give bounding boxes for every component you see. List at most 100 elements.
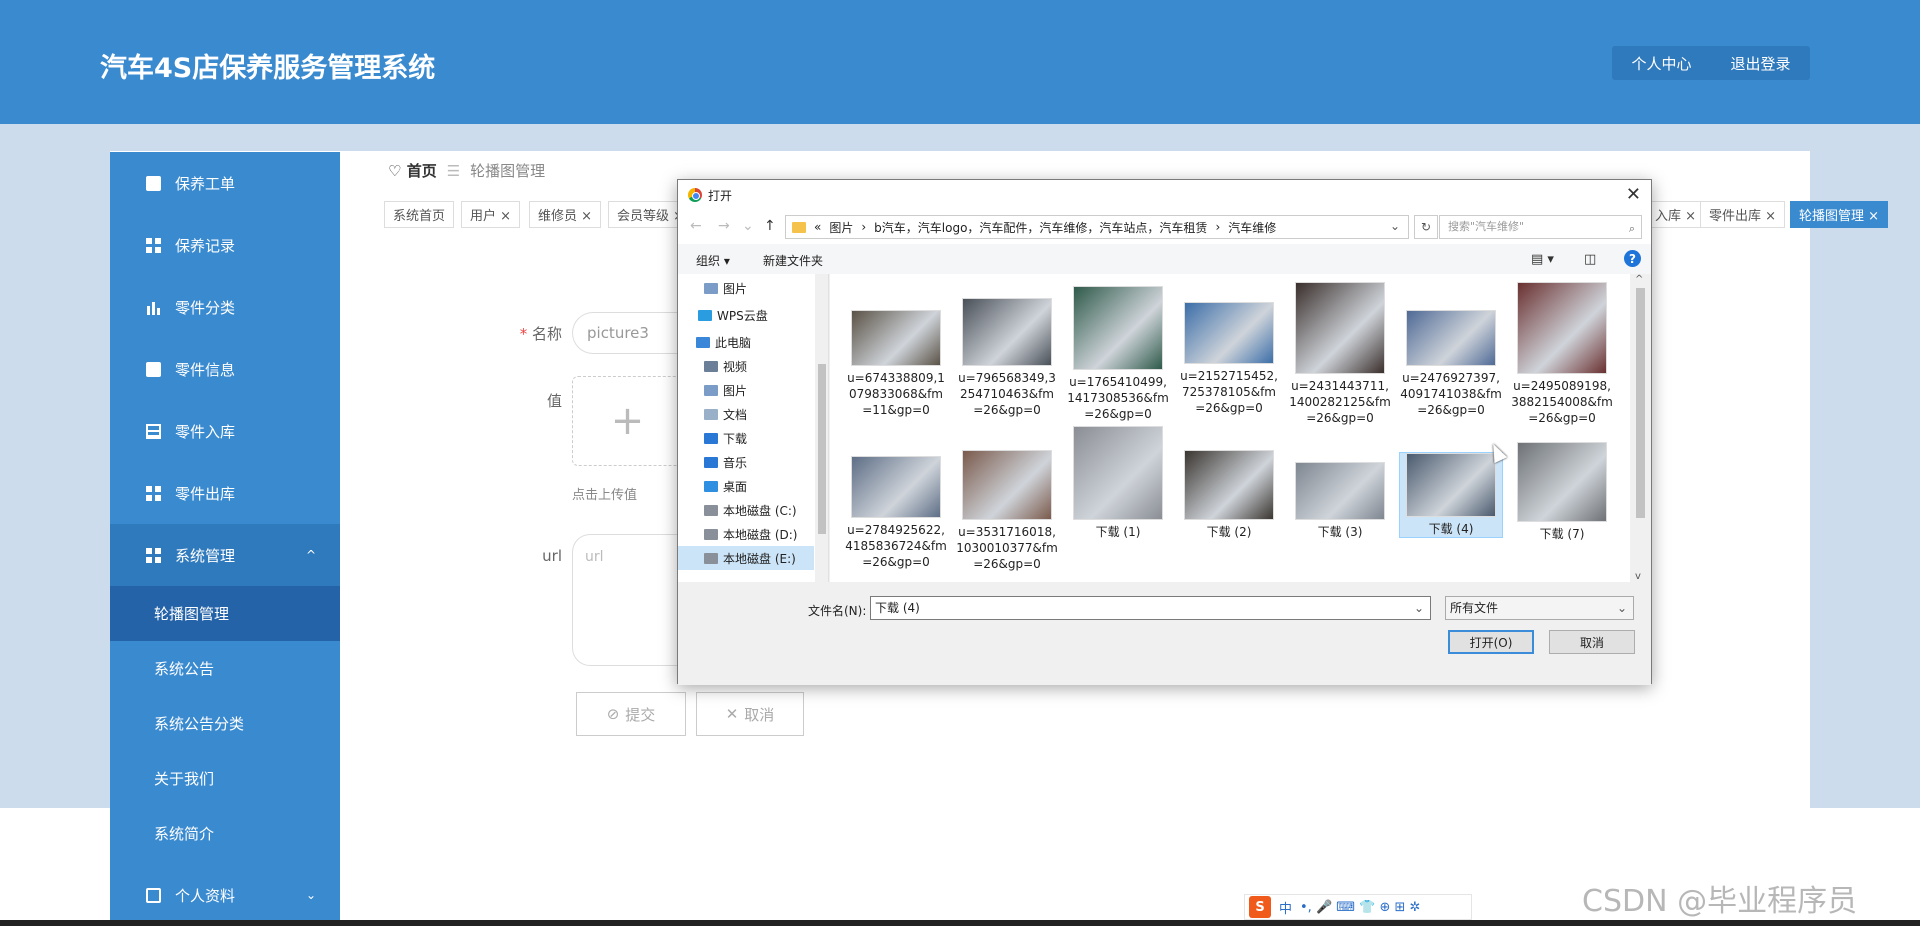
app-title: 汽车4S店保养服务管理系统 [100, 53, 436, 84]
new-folder-button[interactable]: 新建文件夹 [763, 252, 823, 269]
tree-item[interactable]: 图片 [678, 378, 814, 402]
tree-item[interactable]: 音乐 [678, 450, 814, 474]
tree-item[interactable]: 文档 [678, 402, 814, 426]
cancel-button[interactable]: ✕ 取消 [696, 692, 804, 736]
filetype-select[interactable]: 所有文件 ⌄ [1445, 596, 1634, 620]
preview-pane-icon[interactable]: ◫ [1584, 252, 1596, 267]
back-arrow-icon[interactable]: ← [690, 218, 702, 234]
organize-button[interactable]: 组织 ▾ [696, 252, 730, 269]
tree-item-label: 文档 [723, 407, 748, 422]
file-name: 下载 (4) [1428, 522, 1474, 536]
tree-item-label: 本地磁盘 (E:) [723, 551, 796, 566]
folder-icon [792, 221, 806, 233]
open-button[interactable]: 打开(O) [1448, 630, 1534, 654]
file-item[interactable]: u=3531716018,1030010377&fm=26&gp=0 [955, 450, 1059, 572]
tree-item[interactable]: 本地磁盘 (C:) [678, 498, 814, 522]
file-name: 下载 (2) [1206, 525, 1252, 539]
sogou-logo-icon[interactable]: S [1249, 896, 1271, 918]
dialog-close-button[interactable]: ✕ [1626, 184, 1641, 205]
tab-users[interactable]: 用户 × [461, 201, 521, 228]
music-icon [704, 456, 718, 468]
sidebar-subitem-label: 系统公告分类 [154, 715, 245, 733]
search-input[interactable]: 搜索"汽车维修" ⌕ [1439, 215, 1642, 239]
sidebar: 保养工单 保养记录 零件分类 零件信息 零件入库 零件出库 系统管理 ^ 轮播图管… [110, 152, 340, 926]
sidebar-subitem-about-us[interactable]: 关于我们 [110, 751, 340, 806]
sidebar-item-maintenance-order[interactable]: 保养工单 [110, 152, 340, 214]
tab-part-out[interactable]: 零件出库 × [1700, 201, 1786, 228]
sidebar-item-part-stock-in[interactable]: 零件入库 [110, 400, 340, 462]
file-thumbnail [1406, 310, 1496, 366]
file-thumbnail [1517, 282, 1607, 374]
path-segment[interactable]: 汽车维修 [1228, 219, 1276, 236]
address-bar[interactable]: « 图片 › b汽车，汽车logo，汽车配件，汽车维修，汽车站点，汽车租赁 › … [785, 215, 1409, 239]
sidebar-subitem-system-intro[interactable]: 系统简介 [110, 806, 340, 861]
scroll-up-icon: ^ [1635, 274, 1644, 285]
file-thumbnail [1073, 286, 1163, 370]
upload-button[interactable]: + [572, 376, 682, 466]
chevron-down-icon[interactable]: ⌄ [1414, 597, 1424, 619]
forward-arrow-icon[interactable]: → [718, 218, 730, 234]
tab-stock-in[interactable]: 入库 × [1646, 201, 1706, 228]
logout-link[interactable]: 退出登录 [1730, 53, 1790, 74]
file-item[interactable]: 下载 (2) [1177, 450, 1281, 540]
tree-item[interactable]: 桌面 [678, 474, 814, 498]
sidebar-item-part-info[interactable]: 零件信息 [110, 338, 340, 400]
file-item[interactable]: u=2431443711,1400282125&fm=26&gp=0 [1288, 282, 1392, 426]
file-item[interactable]: u=796568349,3254710463&fm=26&gp=0 [955, 298, 1059, 418]
ime-mode[interactable]: 中 [1279, 898, 1292, 917]
filename-input[interactable]: 下载 (4) ⌄ [870, 596, 1431, 620]
file-grid-scrollbar[interactable]: ^ v [1630, 274, 1651, 582]
path-segment[interactable]: 图片 [829, 219, 853, 236]
name-input[interactable]: picture3 [572, 312, 682, 354]
file-item[interactable]: 下载 (4) [1399, 452, 1503, 538]
recent-chevron-icon[interactable]: ⌄ [742, 218, 754, 234]
ime-tool-icons[interactable]: •, 🎤 ⌨ 👕 ⊕ ⊞ ✲ [1300, 900, 1420, 915]
file-item[interactable]: u=2476927397,4091741038&fm=26&gp=0 [1399, 310, 1503, 418]
sidebar-item-part-category[interactable]: 零件分类 [110, 276, 340, 338]
file-item[interactable]: u=2784925622,4185836724&fm=26&gp=0 [844, 456, 948, 570]
file-item[interactable]: 下载 (1) [1066, 426, 1170, 540]
breadcrumb-home[interactable]: ♡ 首页 [388, 160, 437, 181]
tree-item[interactable]: WPS云盘 [678, 303, 814, 327]
sidebar-item-system-management[interactable]: 系统管理 ^ [110, 524, 340, 586]
tree-scrollbar[interactable] [815, 274, 828, 582]
sidebar-subitem-carousel[interactable]: 轮播图管理 [110, 586, 340, 641]
sidebar-item-maintenance-record[interactable]: 保养记录 [110, 214, 340, 276]
sidebar-subitem-announcement[interactable]: 系统公告 [110, 641, 340, 696]
sidebar-item-profile[interactable]: 个人资料 ⌄ [110, 864, 340, 926]
file-item[interactable]: u=2495089198,3882154008&fm=26&gp=0 [1510, 282, 1614, 426]
help-icon[interactable]: ? [1624, 250, 1641, 267]
sidebar-item-part-stock-out[interactable]: 零件出库 [110, 462, 340, 524]
tab-repairmen[interactable]: 维修员 × [529, 201, 602, 228]
chevron-down-icon[interactable]: ⌄ [1390, 219, 1400, 233]
file-item[interactable]: 下载 (7) [1510, 442, 1614, 542]
close-icon: ✕ [725, 705, 739, 723]
dialog-navbar: ← → ⌄ ↑ « 图片 › b汽车，汽车logo，汽车配件，汽车维修，汽车站点… [678, 210, 1651, 244]
tab-carousel[interactable]: 轮播图管理 × [1790, 201, 1889, 228]
file-item[interactable]: 下载 (3) [1288, 462, 1392, 540]
sidebar-subitem-announcement-category[interactable]: 系统公告分类 [110, 696, 340, 751]
file-name: 下载 (7) [1539, 527, 1585, 541]
view-options-icon[interactable]: ▤ ▾ [1531, 252, 1554, 267]
grid-icon [146, 237, 161, 253]
file-item[interactable]: u=1765410499,1417308536&fm=26&gp=0 [1066, 286, 1170, 422]
dialog-cancel-button[interactable]: 取消 [1549, 630, 1635, 654]
tree-item[interactable]: 此电脑 [678, 330, 814, 354]
tree-item[interactable]: 图片 [678, 276, 814, 300]
file-item[interactable]: u=674338809,1079833068&fm=11&gp=0 [844, 310, 948, 418]
file-item[interactable]: u=2152715452,725378105&fm=26&gp=0 [1177, 302, 1281, 416]
up-arrow-icon[interactable]: ↑ [764, 218, 776, 234]
personal-center-link[interactable]: 个人中心 [1631, 53, 1691, 74]
tree-item[interactable]: 视频 [678, 354, 814, 378]
refresh-button[interactable]: ↻ [1414, 215, 1438, 239]
path-segment[interactable]: b汽车，汽车logo，汽车配件，汽车维修，汽车站点，汽车租赁 [874, 219, 1207, 236]
tree-item[interactable]: 本地磁盘 (E:) [678, 546, 814, 570]
scroll-thumb [1636, 288, 1645, 518]
tree-item[interactable]: 本地磁盘 (D:) [678, 522, 814, 546]
file-thumbnail [1184, 302, 1274, 364]
submit-button[interactable]: ⊘ 提交 [576, 692, 686, 736]
tab-home[interactable]: 系统首页 [384, 201, 455, 228]
tree-item[interactable]: 下载 [678, 426, 814, 450]
url-textarea[interactable]: url [572, 534, 682, 666]
open-file-dialog: 打开 ✕ ← → ⌄ ↑ « 图片 › b汽车，汽车logo，汽车配件，汽车维修… [677, 179, 1652, 685]
